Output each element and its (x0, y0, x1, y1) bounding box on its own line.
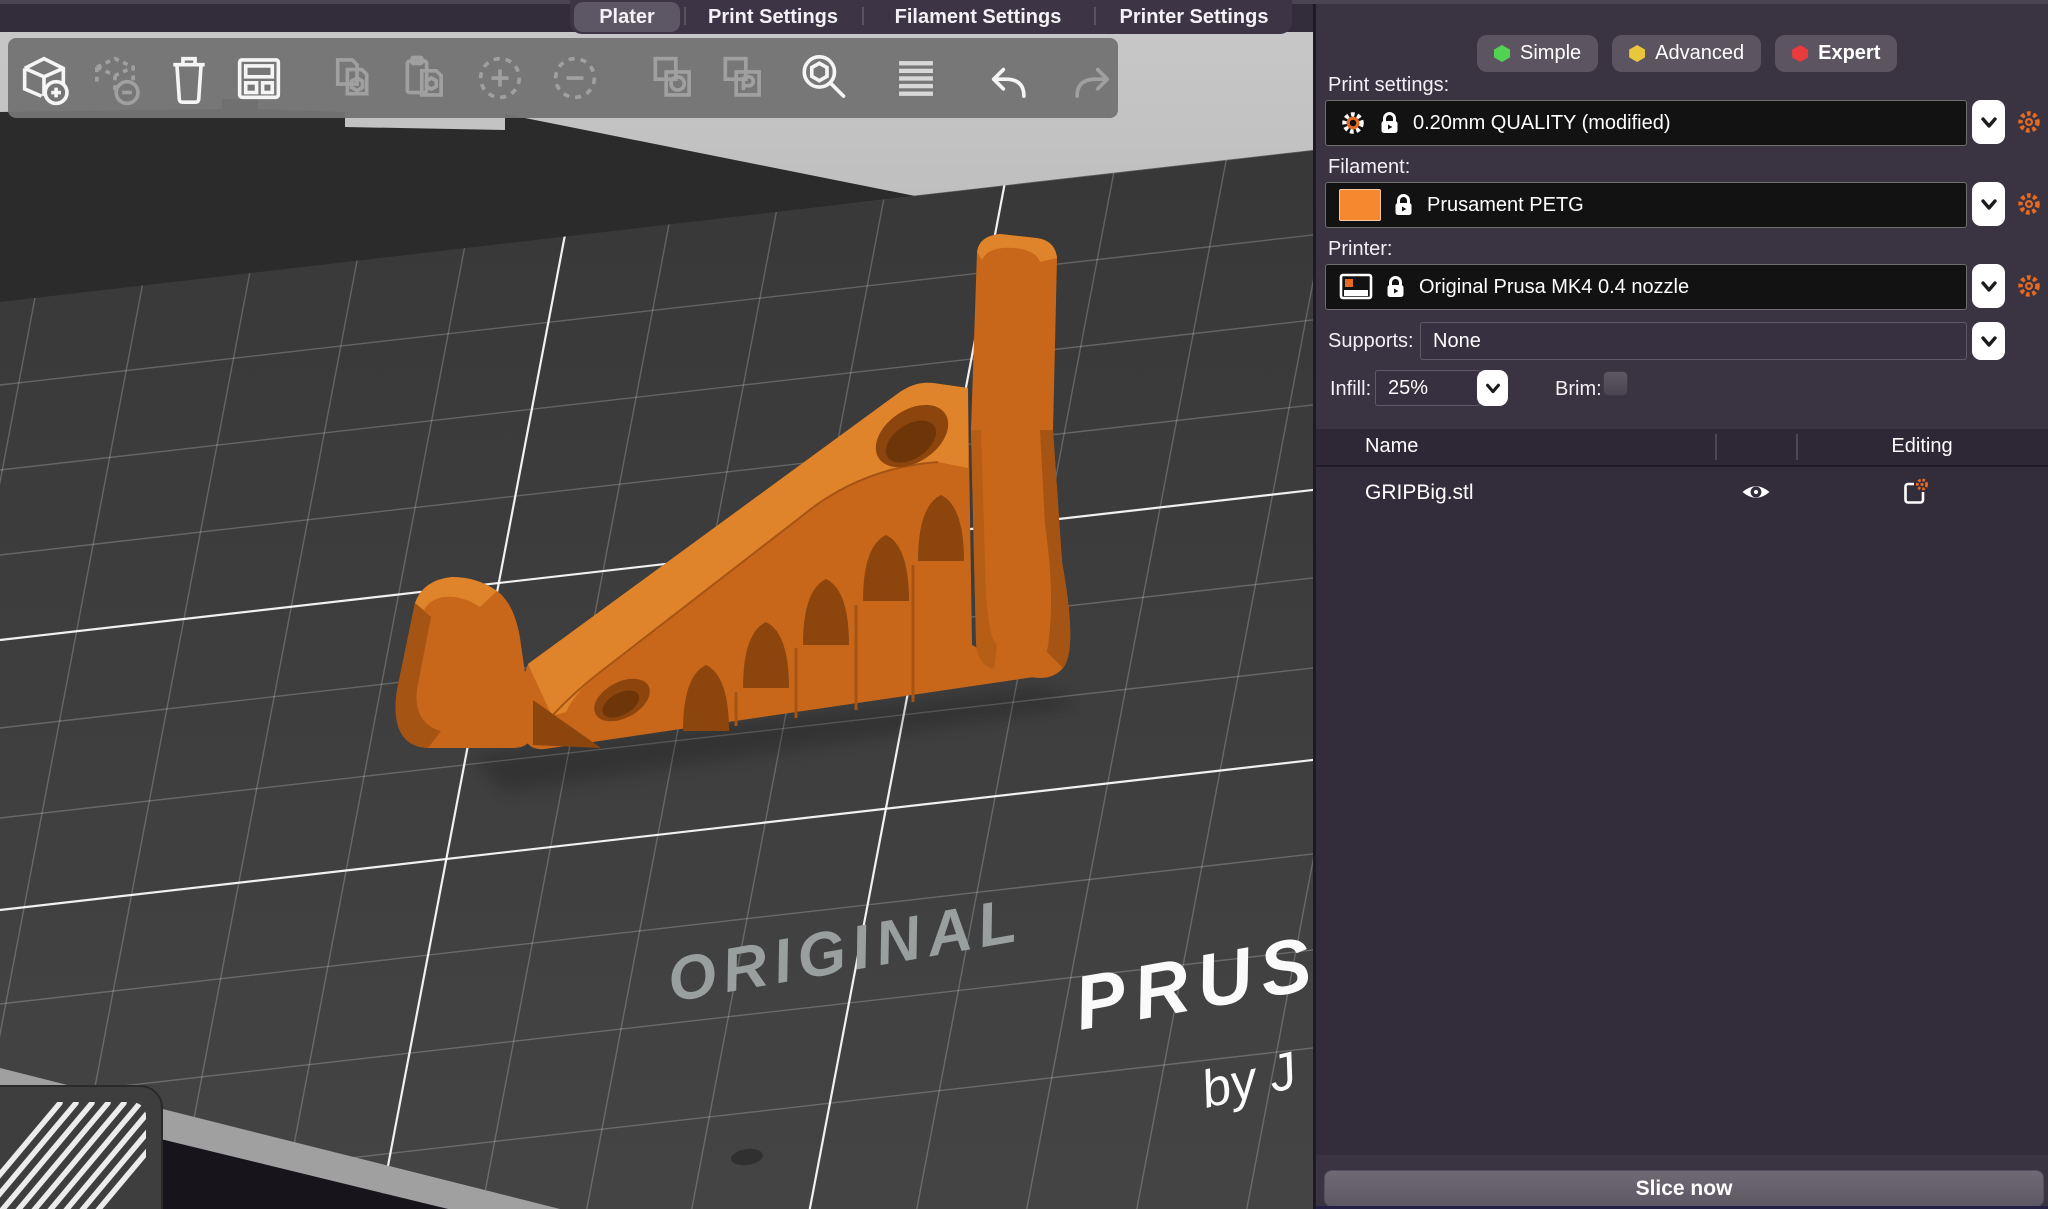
mode-label: Simple (1520, 42, 1582, 64)
tab-printer-settings[interactable]: Printer Settings (1094, 0, 1294, 34)
view-mode-button[interactable] (0, 1085, 188, 1209)
add-cube-icon[interactable] (12, 46, 76, 110)
chevron-down-icon (1485, 383, 1500, 394)
orange-gear-icon (2018, 193, 2040, 215)
tab-print-settings[interactable]: Print Settings (684, 0, 862, 34)
paste-icon[interactable] (391, 46, 455, 110)
mode-switcher: Simple Advanced Expert (1477, 35, 1898, 72)
arrange-icon[interactable] (227, 46, 291, 110)
mode-simple[interactable]: Simple (1477, 35, 1599, 72)
trash-icon[interactable] (157, 46, 221, 110)
add-instance-icon[interactable] (468, 46, 532, 110)
chevron-down-icon (1980, 336, 1997, 347)
column-divider (1715, 434, 1717, 460)
printer-dropdown-button[interactable] (1972, 264, 2005, 308)
filament-value: Prusament PETG (1427, 193, 1584, 216)
gear-icon (1339, 109, 1367, 137)
tab-filament-settings[interactable]: Filament Settings (862, 0, 1094, 34)
orange-gear-icon (2018, 275, 2040, 297)
brim-checkbox[interactable] (1603, 371, 1628, 396)
split-objects-icon[interactable] (639, 46, 703, 110)
tab-container: Plater Print Settings Filament Settings … (570, 0, 1292, 34)
chevron-down-icon (1980, 281, 1997, 292)
brim-label: Brim: (1555, 378, 1602, 400)
infill-value: 25% (1388, 376, 1429, 399)
print-settings-gear-button[interactable] (2015, 108, 2043, 136)
column-name: Name (1365, 435, 1419, 457)
supports-select[interactable]: None (1420, 322, 1967, 360)
layer-height-icon[interactable] (884, 46, 948, 110)
filament-color-swatch (1339, 189, 1381, 221)
copy-icon[interactable] (319, 46, 383, 110)
orange-gear-icon (2018, 111, 2040, 133)
object-table-header: Name Editing (1316, 429, 2048, 467)
chevron-down-icon (1980, 199, 1997, 210)
undo-icon[interactable] (975, 46, 1039, 110)
filament-combo[interactable]: Prusament PETG (1325, 182, 1967, 228)
lock-icon (1392, 193, 1415, 218)
mode-advanced[interactable]: Advanced (1612, 35, 1762, 72)
edit-object-icon[interactable] (1901, 477, 1929, 507)
search-icon[interactable] (791, 46, 855, 110)
printer-gear-button[interactable] (2015, 272, 2043, 300)
mode-label: Advanced (1655, 42, 1745, 64)
infill-select[interactable]: 25% (1375, 370, 1480, 406)
simple-hexagon-icon (1494, 45, 1510, 62)
printer-label: Printer: (1328, 238, 1393, 260)
filament-label: Filament: (1328, 156, 1411, 178)
lock-icon (1384, 275, 1407, 300)
print-settings-value: 0.20mm QUALITY (modified) (1413, 111, 1671, 134)
eye-icon[interactable] (1740, 479, 1772, 505)
supports-value: None (1433, 329, 1481, 352)
column-editing: Editing (1891, 435, 1953, 457)
split-parts-icon[interactable] (709, 46, 773, 110)
supports-label: Supports: (1328, 330, 1414, 352)
infill-dropdown-button[interactable] (1477, 370, 1508, 406)
expert-hexagon-icon (1792, 45, 1809, 62)
remove-instance-icon[interactable] (543, 46, 607, 110)
object-list: GRIPBig.stl (1316, 467, 2048, 1155)
3d-scene: ORIGINAL PRUSA by J (0, 32, 1313, 1209)
infill-label: Infill: (1330, 378, 1372, 400)
plater-toolbar (8, 38, 1118, 118)
redo-icon[interactable] (1062, 46, 1126, 110)
mode-expert[interactable]: Expert (1775, 35, 1898, 72)
print-settings-dropdown-button[interactable] (1972, 100, 2005, 144)
lock-icon (1378, 111, 1401, 136)
print-settings-label: Print settings: (1328, 74, 1450, 96)
delete-cube-icon[interactable] (83, 46, 147, 110)
printer-icon (1339, 272, 1373, 302)
sidebar: Simple Advanced Expert Print settings: 0… (1316, 0, 2048, 1209)
filament-gear-button[interactable] (2015, 190, 2043, 218)
object-name: GRIPBig.stl (1365, 481, 1474, 504)
chevron-down-icon (1980, 117, 1997, 128)
slice-now-button[interactable]: Slice now (1324, 1170, 2044, 1207)
filament-dropdown-button[interactable] (1972, 182, 2005, 226)
tab-plater[interactable]: Plater (574, 2, 680, 32)
object-row[interactable]: GRIPBig.stl (1316, 473, 2048, 515)
prusaslicer-window: Plater Print Settings Filament Settings … (0, 0, 2048, 1209)
printer-value: Original Prusa MK4 0.4 nozzle (1419, 275, 1690, 298)
print-settings-combo[interactable]: 0.20mm QUALITY (modified) (1325, 100, 1967, 146)
supports-dropdown-button[interactable] (1972, 322, 2005, 360)
advanced-hexagon-icon (1629, 45, 1646, 62)
printer-combo[interactable]: Original Prusa MK4 0.4 nozzle (1325, 264, 1967, 310)
mode-label: Expert (1818, 42, 1881, 64)
3d-viewport[interactable]: ORIGINAL PRUSA by J (0, 32, 1313, 1209)
